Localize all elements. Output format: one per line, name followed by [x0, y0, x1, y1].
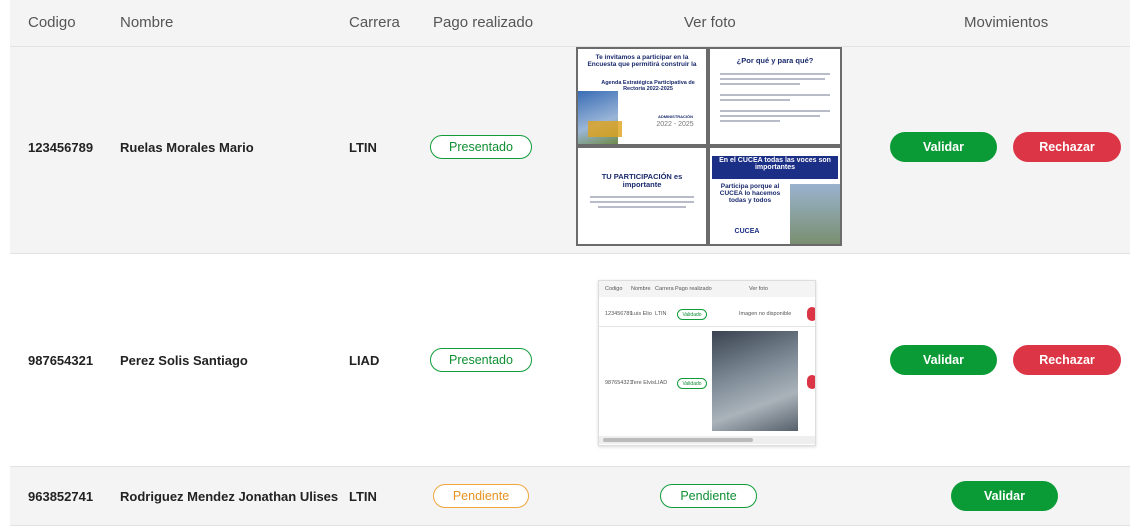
status-badge: Presentado: [430, 135, 532, 159]
mini-header-pago: Pago realizado: [675, 286, 712, 292]
mini-reject-button: [807, 375, 815, 389]
mini-row-codigo: 123456789: [605, 311, 633, 317]
header-codigo: Codigo: [28, 14, 76, 31]
poster-panel-why: ¿Por qué y para qué?: [710, 49, 840, 144]
mini-row-nombre: Tere Elvis: [631, 380, 655, 386]
poster-voices-body: Participa porque al CUCEA lo hacemos tod…: [719, 183, 781, 204]
mini-reject-button: [807, 307, 815, 321]
mini-header-nombre: Nombre: [631, 286, 651, 292]
validar-button[interactable]: Validar: [890, 132, 997, 162]
poster-voices-band: En el CUCEA todas las voces son importan…: [712, 156, 838, 179]
mini-scrollbar-thumb: [603, 438, 753, 442]
row-nombre: Ruelas Morales Mario: [120, 140, 254, 155]
row-codigo: 987654321: [28, 353, 94, 368]
mini-status-badge: Validado: [677, 309, 707, 320]
poster-why-title: ¿Por qué y para qué?: [736, 56, 814, 65]
table-header: Codigo Nombre Carrera Pago realizado Ver…: [10, 0, 1130, 47]
table-row: 987654321 Perez Solis Santiago LIAD Pres…: [10, 254, 1130, 467]
row-nombre: Perez Solis Santiago: [120, 353, 248, 368]
table-row: 123456789 Ruelas Morales Mario LTIN Pres…: [10, 47, 1130, 254]
rechazar-button[interactable]: Rechazar: [1013, 345, 1121, 375]
cucea-logo-shape: [588, 121, 622, 137]
table-row: 963852741 Rodriguez Mendez Jonathan Ulis…: [10, 467, 1130, 526]
header-carrera: Carrera: [349, 14, 400, 31]
payments-table: Codigo Nombre Carrera Pago realizado Ver…: [10, 0, 1130, 527]
payment-photo[interactable]: Codigo Nombre Carrera Pago realizado Ver…: [598, 280, 816, 446]
photo-status-badge: Pendiente: [660, 484, 757, 508]
header-movimientos: Movimientos: [964, 14, 1049, 31]
validar-button[interactable]: Validar: [890, 345, 997, 375]
header-foto: Ver foto: [684, 14, 736, 31]
rechazar-button[interactable]: Rechazar: [1013, 132, 1121, 162]
poster-years: 2022 - 2025: [656, 121, 694, 128]
row-nombre: Rodriguez Mendez Jonathan Ulises: [120, 489, 339, 504]
mini-row-carrera: LIAD: [655, 380, 668, 386]
poster-panel-invite: Te invitamos a participar en la Encuesta…: [578, 49, 706, 144]
poster-cucea-logo: CUCEA: [734, 228, 760, 235]
validar-button[interactable]: Validar: [951, 481, 1058, 511]
poster-panel-voices: En el CUCEA todas las voces son importan…: [710, 148, 840, 244]
mini-header-codigo: Codigo: [605, 286, 623, 292]
status-badge: Pendiente: [433, 484, 529, 508]
poster-admin-label: ADMINISTRACIÓN: [657, 114, 694, 119]
mini-document-photo: [712, 331, 798, 431]
poster-panel-participation: TU PARTICIPACIÓN es importante: [578, 148, 706, 244]
mini-row-codigo: 987654321: [605, 380, 633, 386]
row-carrera: LIAD: [349, 353, 380, 368]
header-nombre: Nombre: [120, 14, 174, 31]
mini-header-carrera: Carrera: [655, 286, 674, 292]
status-badge: Presentado: [430, 348, 532, 372]
building-photo: [790, 184, 840, 244]
poster-invite-title: Te invitamos a participar en la Encuesta…: [587, 54, 697, 68]
poster-participation-title: TU PARTICIPACIÓN es importante: [601, 172, 683, 189]
mini-row-carrera: LTIN: [655, 311, 667, 317]
payment-photo[interactable]: Te invitamos a participar en la Encuesta…: [576, 47, 842, 246]
row-carrera: LTIN: [349, 489, 377, 504]
mini-header-foto: Ver foto: [749, 286, 768, 292]
mini-status-badge: Validado: [677, 378, 707, 389]
mini-row-nombre: Luis Elio: [631, 311, 652, 317]
mini-row-foto: Imagen no disponible: [739, 311, 792, 317]
row-carrera: LTIN: [349, 140, 377, 155]
row-codigo: 123456789: [28, 140, 94, 155]
header-pago: Pago realizado: [433, 14, 534, 31]
row-codigo: 963852741: [28, 489, 94, 504]
